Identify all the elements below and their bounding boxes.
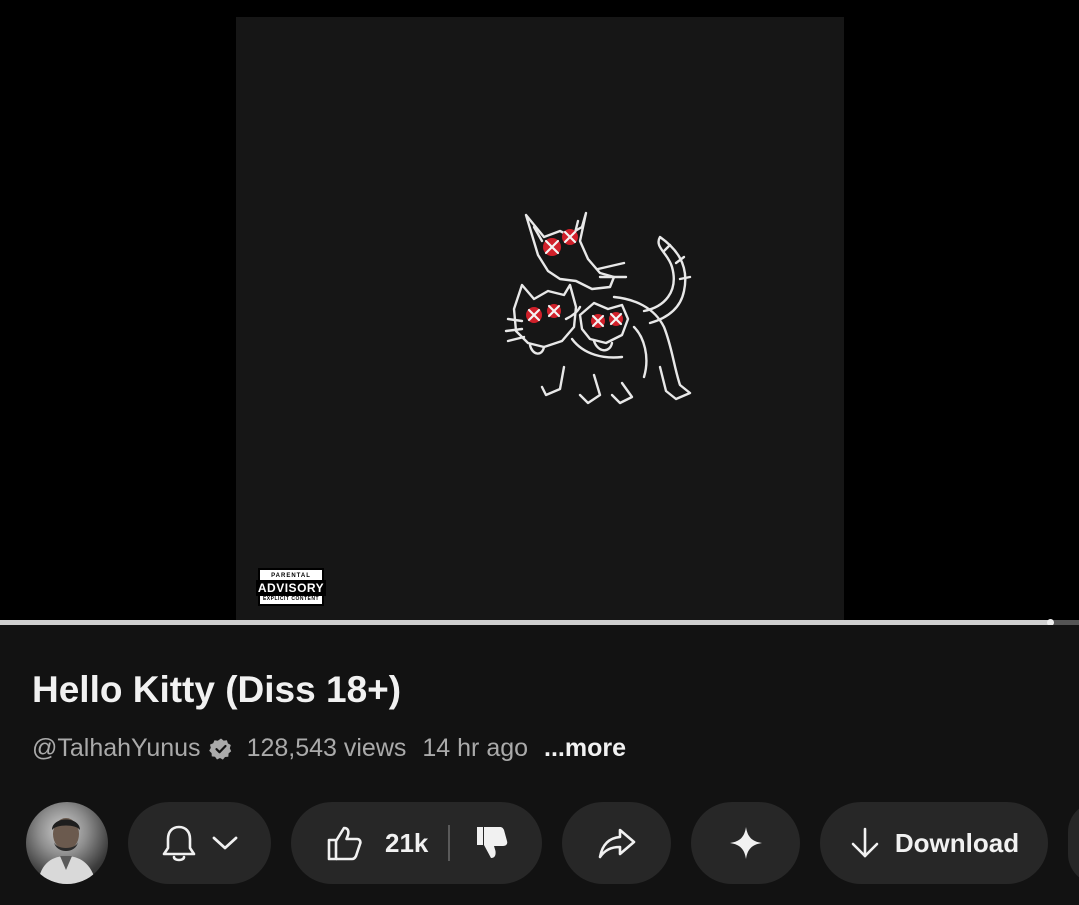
bell-icon [161,823,197,863]
cat-artwork [504,211,692,405]
chevron-down-icon [211,834,239,852]
ask-ai-button[interactable] [691,802,800,884]
advisory-line-1: PARENTAL [271,572,311,579]
sparkle-icon [729,826,763,860]
thumbs-up-icon [327,826,362,861]
download-button[interactable]: Download [820,802,1048,884]
thumbs-down-icon [477,827,508,858]
album-cover: PARENTAL ADVISORY EXPLICIT CONTENT [236,17,844,622]
next-action-button[interactable] [1068,802,1079,884]
advisory-line-2: ADVISORY [255,579,327,596]
verified-badge-icon [208,737,233,761]
view-count: 128,543 views [246,734,407,762]
like-button[interactable] [325,824,363,862]
share-icon [597,826,637,860]
parental-advisory-label: PARENTAL ADVISORY EXPLICIT CONTENT [255,568,327,606]
video-info-panel: Hello Kitty (Diss 18+) @TalhahYunus 128,… [0,625,1079,905]
video-player[interactable]: PARENTAL ADVISORY EXPLICIT CONTENT [0,0,1079,622]
share-button[interactable] [562,802,671,884]
upload-time: 14 hr ago [422,734,529,762]
channel-handle[interactable]: @TalhahYunus [32,734,201,763]
subscription-bell-button[interactable] [128,802,271,884]
video-metadata: @TalhahYunus 128,543 views 14 hr ago ...… [32,734,626,763]
like-dislike-group: 21k [291,802,542,884]
video-title[interactable]: Hello Kitty (Diss 18+) [32,669,401,711]
more-description-link[interactable]: ...more [544,734,626,763]
download-label: Download [894,827,1020,858]
channel-avatar[interactable] [26,802,108,884]
like-divider [448,825,451,861]
dislike-button[interactable] [475,825,509,861]
like-count: 21k [385,827,429,858]
action-bar: 21k Download [0,802,1079,884]
download-arrow-icon [849,826,881,860]
advisory-line-3: EXPLICIT CONTENT [262,595,320,602]
